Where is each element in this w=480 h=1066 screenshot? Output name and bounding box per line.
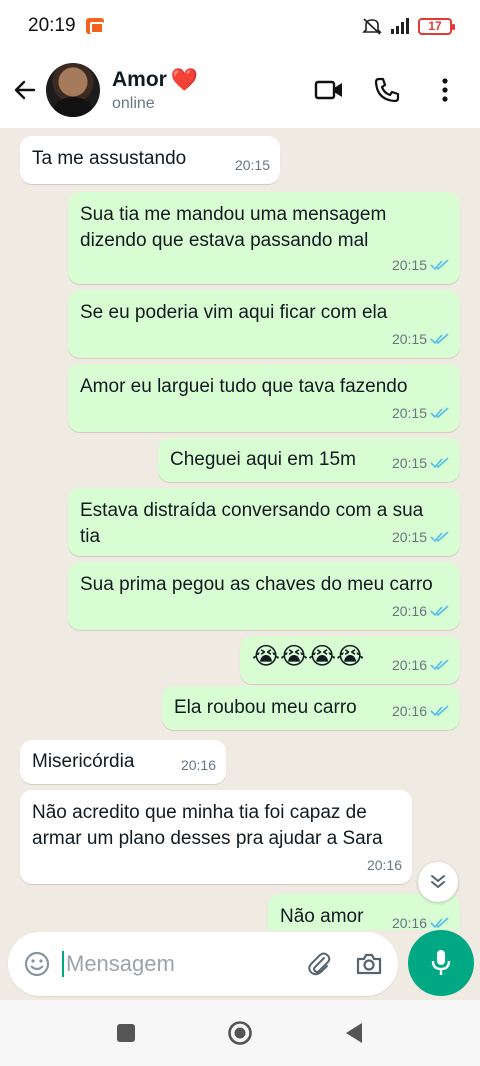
message-meta: 20:15	[392, 326, 450, 352]
message-time: 20:15	[391, 257, 427, 273]
recents-icon[interactable]	[112, 1019, 140, 1047]
read-ticks-icon	[430, 333, 449, 345]
message-text: Não amor	[280, 906, 364, 927]
emoji-icon[interactable]	[22, 949, 52, 979]
message-meta: 20:16	[181, 752, 216, 778]
message-time: 20:16	[366, 857, 402, 873]
back-icon[interactable]	[340, 1019, 368, 1047]
status-time: 20:19	[28, 15, 76, 36]
message-incoming[interactable]: Não acredito que minha tia foi capaz de …	[20, 790, 412, 884]
message-meta: 20:15	[392, 450, 450, 476]
read-ticks-icon	[430, 457, 449, 469]
message-meta: 20:16	[392, 698, 450, 724]
read-ticks-icon	[430, 259, 449, 271]
header-actions	[314, 75, 480, 105]
chat-header: Amor ❤️ online	[0, 52, 480, 128]
message-composer	[8, 932, 398, 996]
message-outgoing[interactable]: Se eu poderia vim aqui ficar com ela 20:…	[68, 290, 460, 358]
message-text: Amor eu larguei tudo que tava fazendo	[80, 376, 408, 397]
status-bar: 20:19 17	[0, 0, 480, 52]
battery-icon: 17	[418, 17, 455, 35]
message-meta: 20:16	[367, 852, 402, 878]
message-outgoing[interactable]: Amor eu larguei tudo que tava fazendo 20…	[68, 364, 460, 432]
avatar[interactable]	[46, 63, 100, 117]
message-meta: 20:15	[392, 252, 450, 278]
message-time: 20:16	[391, 657, 427, 673]
message-outgoing[interactable]: Sua prima pegou as chaves do meu carro 2…	[68, 562, 460, 630]
message-meta: 20:16	[392, 910, 450, 930]
message-meta: 20:15	[235, 152, 270, 178]
home-icon[interactable]	[226, 1019, 254, 1047]
message-time: 20:16	[391, 603, 427, 619]
message-incoming[interactable]: Misericórdia 20:16	[20, 740, 226, 784]
signal-icon	[391, 18, 409, 34]
message-outgoing[interactable]: Estava distraída conversando com a sua t…	[68, 488, 460, 556]
message-text: Ela roubou meu carro	[174, 697, 357, 718]
scroll-down-icon[interactable]	[418, 862, 458, 902]
message-emoji: 😭😭😭😭	[252, 643, 365, 670]
message-text: Cheguei aqui em 15m	[170, 449, 356, 470]
message-meta: 20:15	[392, 400, 450, 426]
phone-icon[interactable]	[372, 75, 402, 105]
read-ticks-icon	[430, 531, 449, 543]
message-text: Estava distraída conversando com a sua t…	[80, 500, 424, 547]
message-time: 20:16	[391, 703, 427, 719]
message-text: Ta me assustando	[32, 148, 187, 169]
contact-info[interactable]: Amor ❤️ online	[112, 67, 198, 113]
message-meta: 20:15	[392, 524, 450, 550]
message-input[interactable]	[62, 951, 282, 977]
message-incoming[interactable]: Ta me assustando 20:15	[20, 136, 280, 184]
attach-icon[interactable]	[304, 949, 334, 979]
message-outgoing[interactable]: Cheguei aqui em 15m 20:15	[158, 438, 460, 482]
message-meta: 20:16	[392, 598, 450, 624]
message-time: 20:15	[391, 455, 427, 471]
contact-name-text: Amor	[112, 68, 167, 91]
message-outgoing[interactable]: 😭😭😭😭 20:16	[240, 636, 460, 684]
message-text: Não acredito que minha tia foi capaz de …	[32, 802, 383, 849]
read-ticks-icon	[430, 659, 449, 671]
message-text: Se eu poderia vim aqui ficar com ela	[80, 302, 388, 323]
message-time: 20:16	[180, 757, 216, 773]
message-meta: 20:16	[392, 652, 450, 678]
video-call-icon[interactable]	[314, 75, 344, 105]
message-outgoing[interactable]: Sua tia me mandou uma mensagem dizendo q…	[68, 192, 460, 284]
message-time: 20:15	[234, 157, 270, 173]
message-time: 20:16	[391, 915, 427, 930]
read-ticks-icon	[430, 917, 449, 929]
read-ticks-icon	[430, 705, 449, 717]
chat-area[interactable]: Ta me assustando 20:15 Sua tia me mandou…	[0, 128, 480, 930]
message-text: Sua tia me mandou uma mensagem dizendo q…	[80, 204, 387, 251]
mic-icon	[431, 950, 451, 975]
more-options-icon[interactable]	[430, 75, 460, 105]
contact-name: Amor ❤️	[112, 67, 198, 93]
mic-button[interactable]	[408, 930, 474, 996]
message-time: 20:15	[391, 405, 427, 421]
message-outgoing[interactable]: Ela roubou meu carro 20:16	[162, 686, 460, 730]
read-ticks-icon	[430, 407, 449, 419]
system-nav-bar	[0, 1000, 480, 1066]
message-text: Misericórdia	[32, 751, 135, 772]
message-text: Sua prima pegou as chaves do meu carro	[80, 574, 433, 595]
message-time: 20:15	[391, 529, 427, 545]
mute-icon	[362, 18, 382, 35]
status-icons: 17	[362, 17, 455, 35]
contact-status: online	[112, 95, 155, 112]
camera-icon[interactable]	[354, 949, 384, 979]
back-arrow-icon[interactable]	[8, 73, 42, 107]
read-ticks-icon	[430, 605, 449, 617]
heart-emoji: ❤️	[170, 67, 199, 92]
screen-record-icon	[85, 18, 104, 34]
message-time: 20:15	[391, 331, 427, 347]
